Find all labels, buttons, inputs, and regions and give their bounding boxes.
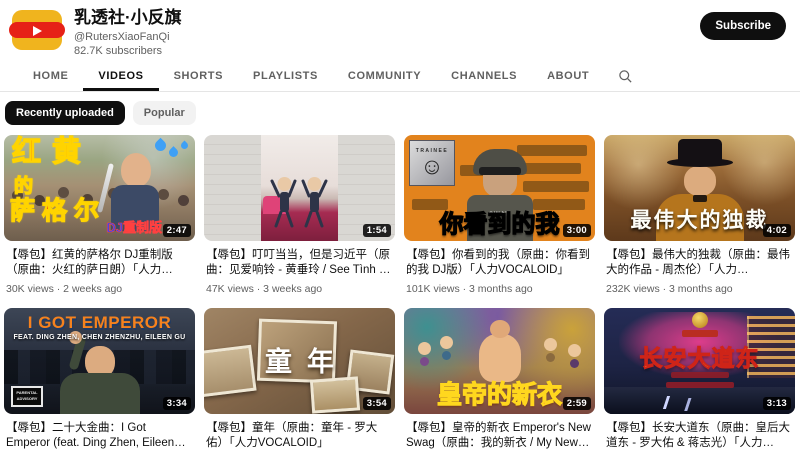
thumb-overlay-text: 萨格尔 xyxy=(10,199,106,224)
tab-community[interactable]: COMMUNITY xyxy=(333,61,436,91)
top-hat-icon xyxy=(678,139,722,163)
figure-face xyxy=(483,175,517,197)
label-text-decoration xyxy=(682,330,718,337)
sweat-drops-icon xyxy=(155,140,188,157)
video-grid: 红黄 的 萨格尔 DJ重制版 2:47 【辱包】红黄的萨格尔 DJ重制版（原曲：… xyxy=(0,129,800,449)
video-duration-badge: 2:47 xyxy=(163,224,191,237)
video-meta: 232K views · 3 months ago xyxy=(606,283,793,295)
crowd-figure-decoration xyxy=(440,336,453,349)
video-card[interactable]: 皇帝的新衣 2:59 【辱包】皇帝的新衣 Emperor's New Swag（… xyxy=(404,308,595,449)
play-triangle-icon xyxy=(33,26,42,36)
channel-name: 乳透社·小反旗 xyxy=(74,7,700,28)
video-title[interactable]: 【辱包】皇帝的新衣 Emperor's New Swag（原曲：我的新衣 / M… xyxy=(406,421,593,449)
subscribe-button[interactable]: Subscribe xyxy=(700,12,786,40)
thumb-overlay-text: 童年 xyxy=(204,340,395,379)
thumb-overlay-text: I GOT EMPEROR xyxy=(4,313,195,333)
video-meta: 101K views · 3 months ago xyxy=(406,283,593,295)
video-card[interactable]: I GOT EMPEROR FEAT. DING ZHEN, CHEN ZHEN… xyxy=(4,308,195,449)
video-thumbnail[interactable]: SWAT TRAINEE ☺ 你看到的我 3:00 xyxy=(404,135,595,241)
video-card[interactable]: 1:54 【辱包】叮叮当当，但是习近平（原曲：见爱响铃 - 黄垂玲 / See … xyxy=(204,135,395,294)
video-title[interactable]: 【辱包】叮叮当当，但是习近平（原曲：见爱响铃 - 黄垂玲 / See Tình … xyxy=(206,248,393,278)
goggles-decoration xyxy=(479,167,521,175)
search-icon xyxy=(618,69,633,84)
channel-handle: @RutersXiaoFanQi xyxy=(74,31,700,43)
credit-text-decoration xyxy=(666,382,734,388)
video-thumbnail[interactable]: 长安大道东 3:13 xyxy=(604,308,795,414)
crowd-figure-decoration xyxy=(568,344,581,357)
video-card[interactable]: 童年 3:54 【辱包】童年（原曲：童年 - 罗大佑）「人力VOCALOID」 … xyxy=(204,308,395,449)
thumb-overlay-text: 的 xyxy=(14,177,33,196)
crowd-figure-decoration xyxy=(418,342,431,355)
subscriber-count: 82.7K subscribers xyxy=(74,45,700,57)
smiley-icon: ☺ xyxy=(420,155,443,178)
video-duration-badge: 2:59 xyxy=(563,397,591,410)
parental-advisory-badge: PARENTAL ADVISORY xyxy=(11,386,43,407)
video-thumbnail[interactable]: 童年 3:54 xyxy=(204,308,395,414)
dancers-icon xyxy=(267,174,333,230)
chip-recently-uploaded[interactable]: Recently uploaded xyxy=(5,101,125,125)
channel-header: 乳透社·小反旗 @RutersXiaoFanQi 82.7K subscribe… xyxy=(0,0,800,57)
video-title[interactable]: 【辱包】红黄的萨格尔 DJ重制版（原曲：火红的萨日朗）「人力VOCALOID」 xyxy=(6,248,193,278)
tab-about[interactable]: ABOUT xyxy=(532,61,604,91)
channel-info: 乳透社·小反旗 @RutersXiaoFanQi 82.7K subscribe… xyxy=(74,7,700,57)
thumb-overlay-text: 长安大道东 xyxy=(604,339,795,373)
video-thumbnail[interactable]: 最伟大的独裁 4:02 xyxy=(604,135,795,241)
figure-body xyxy=(60,373,140,413)
video-title[interactable]: 【辱包】最伟大的独裁（原曲：最伟大的作品 - 周杰伦）「人力VOCALOID」 xyxy=(606,248,793,278)
video-meta: 30K views · 2 weeks ago xyxy=(6,283,193,295)
search-button[interactable] xyxy=(604,61,647,91)
tab-channels[interactable]: CHANNELS xyxy=(436,61,532,91)
lyrics-text-decoration xyxy=(523,181,589,192)
tab-videos[interactable]: VIDEOS xyxy=(83,61,158,91)
thumb-overlay-text: 红黄 xyxy=(12,138,92,167)
video-thumbnail[interactable]: 皇帝的新衣 2:59 xyxy=(404,308,595,414)
video-card[interactable]: 红黄 的 萨格尔 DJ重制版 2:47 【辱包】红黄的萨格尔 DJ重制版（原曲：… xyxy=(4,135,195,294)
tab-playlists[interactable]: PLAYLISTS xyxy=(238,61,333,91)
national-emblem-icon xyxy=(692,312,708,328)
video-title[interactable]: 【辱包】二十大金曲：I Got Emperor (feat. Ding Zhen… xyxy=(6,421,193,449)
video-thumbnail[interactable]: 红黄 的 萨格尔 DJ重制版 2:47 xyxy=(4,135,195,241)
video-duration-badge: 1:54 xyxy=(363,224,391,237)
thumb-badge-text: DJ重制版 xyxy=(106,217,162,236)
video-duration-badge: 3:13 xyxy=(763,397,791,410)
thumb-feat-text: FEAT. DING ZHEN, CHEN ZHENZHU, EILEEN GU xyxy=(4,334,195,341)
video-card[interactable]: 最伟大的独裁 4:02 【辱包】最伟大的独裁（原曲：最伟大的作品 - 周杰伦）「… xyxy=(604,135,795,294)
video-meta: 47K views · 3 weeks ago xyxy=(206,283,393,295)
album-cover: TRAINEE ☺ xyxy=(409,140,455,186)
video-thumbnail[interactable]: I GOT EMPEROR FEAT. DING ZHEN, CHEN ZHEN… xyxy=(4,308,195,414)
filter-chips: Recently uploaded Popular xyxy=(0,92,800,129)
channel-tabbar: HOME VIDEOS SHORTS PLAYLISTS COMMUNITY C… xyxy=(0,61,800,92)
video-duration-badge: 4:02 xyxy=(763,224,791,237)
video-thumbnail[interactable]: 1:54 xyxy=(204,135,395,241)
photo-decoration xyxy=(310,376,360,413)
channel-avatar xyxy=(12,8,62,52)
video-title[interactable]: 【辱包】童年（原曲：童年 - 罗大佑）「人力VOCALOID」 xyxy=(206,421,393,449)
tab-home[interactable]: HOME xyxy=(18,61,83,91)
video-card[interactable]: 长安大道东 3:13 【辱包】长安大道东（原曲：皇后大道东 - 罗大佑 & 蒋志… xyxy=(604,308,795,449)
crowd-figure-decoration xyxy=(544,338,557,351)
video-title[interactable]: 【辱包】长安大道东（原曲：皇后大道东 - 罗大佑 & 蒋志光）「人力VOCALO… xyxy=(606,421,793,449)
video-title[interactable]: 【辱包】你看到的我（原曲：你看到的我 DJ版）「人力VOCALOID」 xyxy=(406,248,593,278)
bowtie-decoration xyxy=(693,195,707,202)
video-duration-badge: 3:34 xyxy=(163,397,191,410)
video-duration-badge: 3:54 xyxy=(363,397,391,410)
figure-face xyxy=(121,153,151,187)
lyrics-text-decoration xyxy=(523,163,581,174)
tab-shorts[interactable]: SHORTS xyxy=(159,61,238,91)
video-duration-badge: 3:00 xyxy=(563,224,591,237)
video-card[interactable]: SWAT TRAINEE ☺ 你看到的我 3:00 【辱包】你看到的我（原曲：你… xyxy=(404,135,595,294)
chip-popular[interactable]: Popular xyxy=(133,101,196,125)
lyrics-text-decoration xyxy=(517,145,587,156)
figure-face xyxy=(684,166,716,196)
credit-text-decoration xyxy=(671,372,729,378)
